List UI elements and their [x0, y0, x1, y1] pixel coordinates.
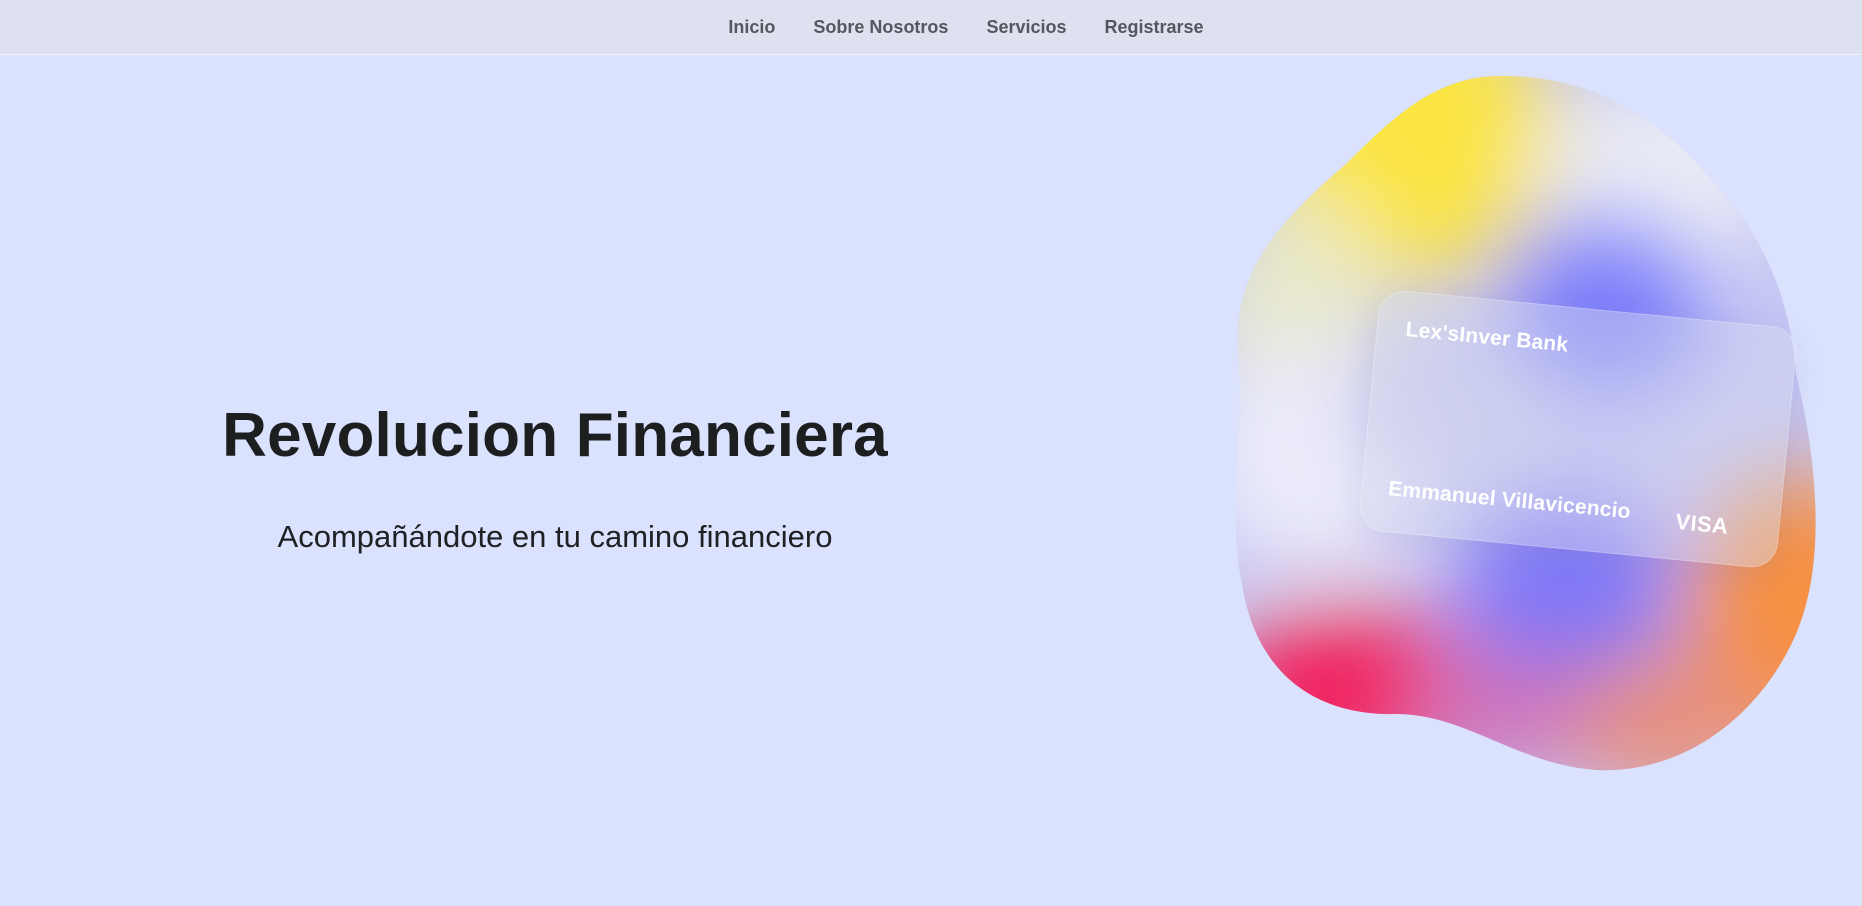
hero-subtitle: Acompañándote en tu camino financiero — [277, 519, 833, 554]
card-bank-name: Lex'sInver Bank — [1404, 318, 1570, 357]
top-navigation: Inicio Sobre Nosotros Servicios Registra… — [0, 0, 1862, 55]
nav-link-registrarse[interactable]: Registrarse — [1105, 17, 1204, 38]
credit-card: Lex'sInver Bank Emmanuel Villavicencio V… — [1357, 288, 1799, 570]
nav-link-sobre-nosotros[interactable]: Sobre Nosotros — [813, 17, 948, 38]
nav-link-inicio[interactable]: Inicio — [728, 17, 775, 38]
hero-title: Revolucion Financiera — [222, 401, 888, 470]
card-brand-logo: VISA — [1674, 508, 1730, 539]
card-holder-name: Emmanuel Villavicencio — [1387, 477, 1632, 524]
nav-link-servicios[interactable]: Servicios — [986, 17, 1066, 38]
